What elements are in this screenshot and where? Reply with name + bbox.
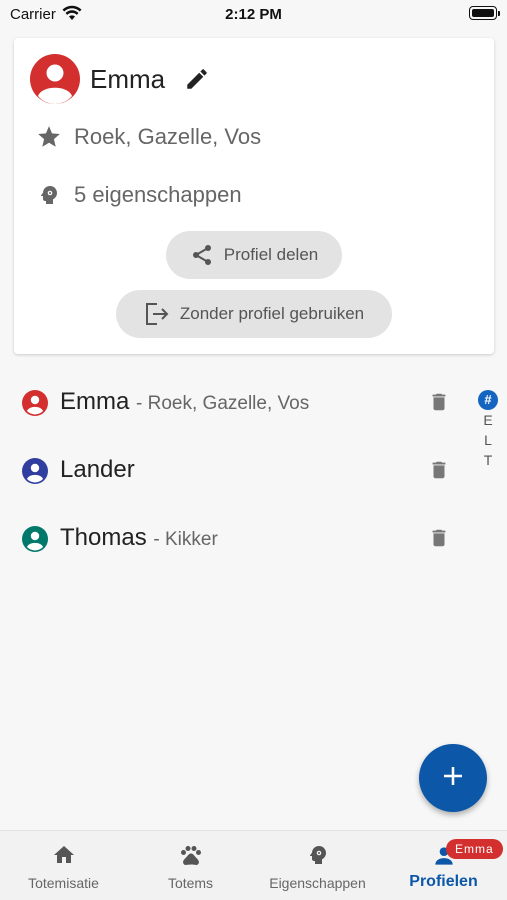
avatar	[22, 458, 48, 484]
nav-item-eigenschappen[interactable]: Eigenschappen	[254, 831, 381, 900]
share-profile-button[interactable]: Profiel delen	[166, 231, 342, 279]
trash-icon[interactable]	[428, 526, 450, 555]
profile-name-label: Thomas - Kikker	[60, 524, 218, 551]
list-item[interactable]: Emma - Roek, Gazelle, Vos	[0, 368, 470, 436]
totems-row: Roek, Gazelle, Vos	[36, 124, 261, 150]
profile-name-label: Emma - Roek, Gazelle, Vos	[60, 388, 310, 415]
profile-name: Emma	[90, 64, 166, 94]
list-item[interactable]: Thomas - Kikker	[0, 504, 470, 572]
home-icon	[0, 843, 127, 867]
share-icon	[190, 243, 214, 267]
index-letter-t[interactable]: T	[478, 450, 498, 470]
profile-name-label: Lander	[60, 456, 135, 483]
index-letter-l[interactable]: L	[478, 430, 498, 450]
edit-icon[interactable]	[184, 66, 210, 97]
head-gear-icon	[254, 843, 381, 867]
avatar	[22, 526, 48, 552]
traits-row: 5 eigenschappen	[36, 182, 242, 208]
status-bar: Carrier 2:12 PM	[0, 0, 507, 30]
totems-text: Roek, Gazelle, Vos	[74, 124, 262, 149]
logout-icon	[144, 302, 170, 326]
clock: 2:12 PM	[225, 6, 282, 23]
plus-icon	[442, 765, 464, 792]
nav-item-totems[interactable]: Totems	[127, 831, 254, 900]
avatar	[22, 390, 48, 416]
profile-totems-label: - Kikker	[153, 529, 218, 550]
bottom-navigation: Totemisatie Totems Eigenschappen Profiel…	[0, 830, 507, 900]
active-profile-badge: Emma	[446, 839, 503, 859]
star-icon	[36, 124, 62, 150]
battery-icon	[469, 6, 500, 20]
alphabet-index[interactable]: # E L T	[478, 390, 498, 470]
paw-icon	[127, 843, 254, 867]
nav-label: Totems	[167, 875, 214, 891]
list-item[interactable]: Lander	[0, 436, 470, 504]
nav-label: Profielen	[409, 873, 478, 890]
profile-totems-label: - Roek, Gazelle, Vos	[136, 393, 310, 414]
traits-text: 5 eigenschappen	[74, 182, 242, 207]
nav-label: Totemisatie	[28, 875, 99, 891]
head-gear-icon	[36, 182, 62, 208]
index-hash[interactable]: #	[478, 390, 498, 410]
nav-item-totemisatie[interactable]: Totemisatie	[0, 831, 127, 900]
nav-label: Eigenschappen	[269, 875, 366, 891]
share-profile-label: Profiel delen	[223, 245, 319, 264]
use-without-profile-button[interactable]: Zonder profiel gebruiken	[116, 290, 392, 338]
index-letter-e[interactable]: E	[478, 410, 498, 430]
active-profile-card: Emma Roek, Gazelle, Vos 5 eigenschappen …	[14, 38, 494, 354]
avatar	[30, 54, 80, 104]
add-profile-button[interactable]	[419, 744, 487, 812]
use-without-profile-label: Zonder profiel gebruiken	[179, 304, 365, 323]
trash-icon[interactable]	[428, 390, 450, 419]
trash-icon[interactable]	[428, 458, 450, 487]
